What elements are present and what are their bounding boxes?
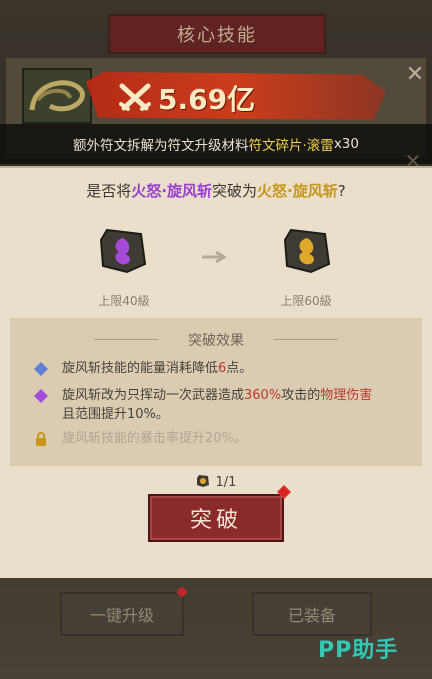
effect-2: 旋风斩改为只挥动一次武器造成360%攻击的物理伤害 且范围提升10%。 [62,388,373,422]
to-skill-name: 火怒·旋风斩 [257,182,338,200]
dialog-close-icon[interactable]: ✕ [402,150,424,172]
watermark: PP助手 [318,638,399,663]
breakthrough-button[interactable]: 突破 [148,494,284,542]
blue-diamond-icon [34,362,48,376]
game-screen: { "screen": { "title": "核心技能", "power_va… [0,0,432,679]
to-level-cap: 上限60級 [280,294,332,308]
question-middle: 突破为 [212,182,258,200]
combat-power-value: 5.69亿 [158,83,256,116]
skill-swirl-icon [29,80,85,112]
rune-material-icon [196,475,209,487]
lock-icon [36,432,46,446]
from-skill-name: 火怒·旋风斩 [131,182,213,200]
purple-diamond-icon [34,389,48,403]
purple-rune-icon [99,228,147,274]
decompose-prefix: 额外符文拆解为符文升级材料 [73,138,249,154]
effects-title: 突破效果 [10,330,422,350]
arrow-right-icon [202,250,227,264]
breakthrough-dialog: ✕ 是否将火怒·旋风斩突破为火怒·旋风斩? 上限40級 上限60級 突破效果 旋… [0,150,432,578]
effect-1: 旋风斩技能的能量消耗降低6点。 [62,361,253,376]
effect-3-locked: 旋风斩技能的暴击率提升20%。 [62,431,247,446]
panel-close-icon[interactable]: ✕ [402,62,428,88]
question-suffix: ? [337,182,346,200]
question-prefix: 是否将 [86,182,132,200]
breakthrough-effects: 突破效果 旋风斩技能的能量消耗降低6点。 旋风斩改为只挥动一次武器造成360%攻… [10,318,422,466]
screen-title: 核心技能 [108,14,326,54]
material-count-value: 1/1 [215,475,237,490]
crossed-swords-icon [119,83,151,111]
decompose-count: x30 [333,136,359,152]
decompose-info: 额外符文拆解为符文升级材料 符文碎片·滚雷 x30 [0,124,432,164]
rune-fragment-name: 符文碎片·滚雷 [248,138,334,154]
material-count: 1/1 [0,474,432,490]
breakthrough-question: 是否将火怒·旋风斩突破为火怒·旋风斩? [0,180,432,201]
gold-rune-icon [283,228,331,274]
skill-thumbnail [22,68,92,124]
equipped-button[interactable]: 已装备 [252,592,372,636]
from-level-cap: 上限40級 [98,294,150,308]
upgrade-all-button[interactable]: 一键升级 [60,592,184,636]
